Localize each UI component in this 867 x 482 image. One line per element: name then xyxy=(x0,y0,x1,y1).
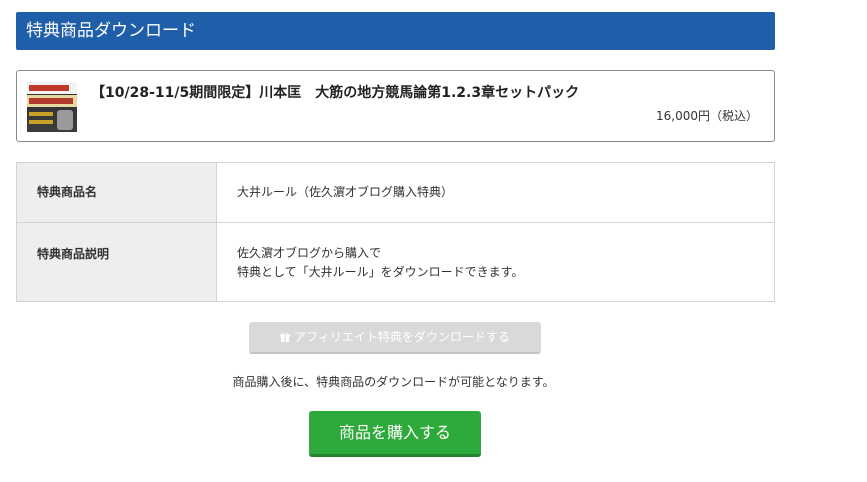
download-notice: 商品購入後に、特典商品のダウンロードが可能となります。 xyxy=(232,375,555,389)
bonus-name-label: 特典商品名 xyxy=(17,163,217,222)
product-thumbnail xyxy=(27,82,77,132)
bonus-description-value: 佐久濵才ブログから購入で 特典として「大井ルール」をダウンロードできます。 xyxy=(217,223,774,301)
bonus-description-line: 佐久濵才ブログから購入で xyxy=(237,246,382,260)
section-title: 特典商品ダウンロード xyxy=(26,21,196,41)
section-header: 特典商品ダウンロード xyxy=(16,12,775,50)
table-row: 特典商品名 大井ルール（佐久濵才ブログ購入特典） xyxy=(17,163,774,223)
product-title: 【10/28-11/5期間限定】川本匡 大筋の地方競馬論第1.2.3章セットパッ… xyxy=(91,85,580,101)
gift-icon xyxy=(280,323,291,353)
download-affiliate-bonus-button[interactable]: アフィリエイト特典をダウンロードする xyxy=(249,322,541,354)
bonus-description-line: 特典として「大井ルール」をダウンロードできます。 xyxy=(237,265,524,279)
download-affiliate-bonus-label: アフィリエイト特典をダウンロードする xyxy=(294,330,510,344)
bonus-details-table: 特典商品名 大井ルール（佐久濵才ブログ購入特典） 特典商品説明 佐久濵才ブログか… xyxy=(16,162,775,302)
table-row: 特典商品説明 佐久濵才ブログから購入で 特典として「大井ルール」をダウンロードで… xyxy=(17,223,774,301)
bonus-description-label: 特典商品説明 xyxy=(17,223,217,301)
purchase-button[interactable]: 商品を購入する xyxy=(309,411,481,457)
product-price: 16,000円（税込） xyxy=(656,109,758,123)
product-card: 【10/28-11/5期間限定】川本匡 大筋の地方競馬論第1.2.3章セットパッ… xyxy=(16,70,775,142)
bonus-name-value: 大井ルール（佐久濵才ブログ購入特典） xyxy=(237,185,454,199)
